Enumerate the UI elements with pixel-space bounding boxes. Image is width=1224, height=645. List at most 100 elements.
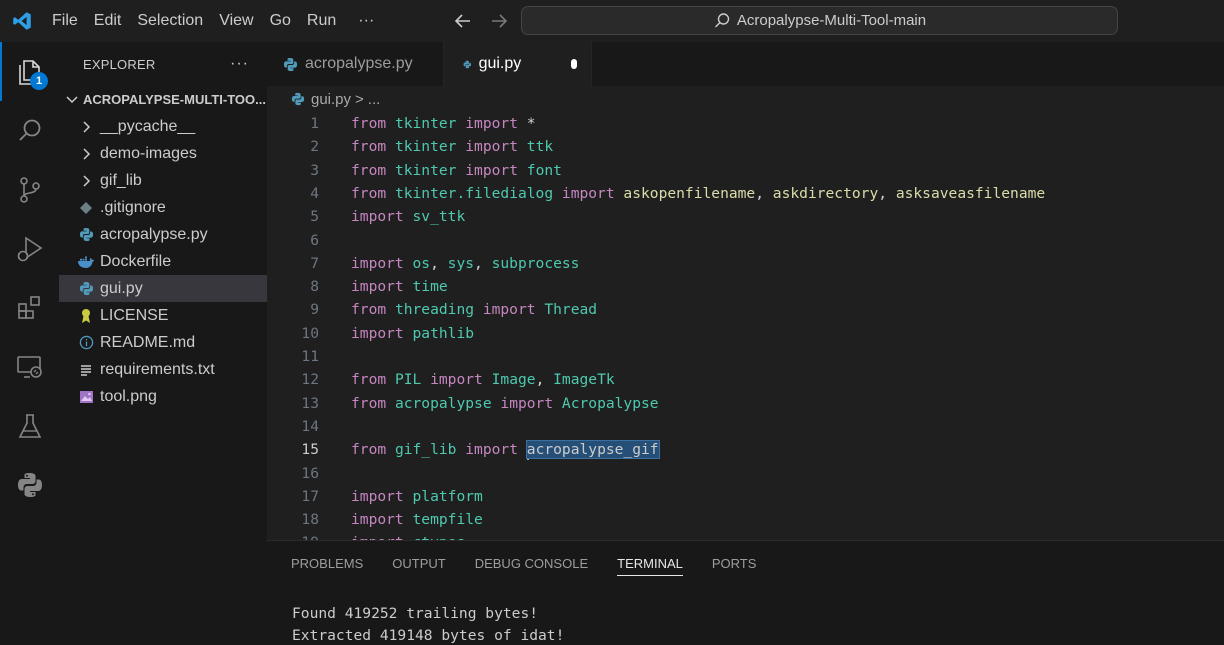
tab-acropalypse-py[interactable]: acropalypse.py: [267, 42, 444, 86]
line-number: 3: [310, 161, 319, 179]
tree-item-gif-lib[interactable]: gif_lib: [59, 167, 267, 194]
explorer-badge: 1: [30, 72, 48, 90]
menu-view[interactable]: View: [211, 6, 261, 36]
breadcrumb-file[interactable]: gui.py: [311, 91, 351, 108]
license-icon: [77, 307, 95, 325]
line-number: 9: [310, 301, 319, 319]
tree-item-acropalypse-py[interactable]: acropalypse.py: [59, 221, 267, 248]
explorer-title: EXPLORER: [83, 56, 156, 72]
search-icon: [714, 12, 730, 27]
tab-gui-py[interactable]: gui.py: [444, 42, 592, 86]
explorer-root-folder[interactable]: ACROPALYPSE-MULTI-TOO...: [59, 86, 267, 113]
code-line[interactable]: 10 import pathlib: [267, 322, 1224, 345]
tree-item-license[interactable]: LICENSE: [59, 302, 267, 329]
code-line[interactable]: 14: [267, 415, 1224, 438]
command-center-search[interactable]: Acropalypse-Multi-Tool-main: [521, 6, 1118, 35]
code-line[interactable]: 3 from tkinter import font: [267, 159, 1224, 182]
title-bar: File Edit Selection View Go Run ··· Acro…: [0, 0, 1224, 42]
explorer-more-button[interactable]: ···: [230, 55, 249, 73]
tab-problems[interactable]: PROBLEMS: [291, 552, 363, 576]
python-file-icon: [77, 280, 95, 298]
code-text: from tkinter import ttk: [351, 138, 554, 156]
code-line[interactable]: 11: [267, 345, 1224, 368]
code-line[interactable]: 15 from gif_lib import acropalypse_gif: [267, 438, 1224, 461]
tree-item-label: tool.png: [100, 387, 157, 405]
tree-item-demo-images[interactable]: demo-images: [59, 140, 267, 167]
line-number: 5: [310, 208, 319, 226]
search-icon: [18, 119, 40, 141]
source-control-activity[interactable]: [0, 160, 59, 219]
tab-debug-console[interactable]: DEBUG CONSOLE: [475, 552, 588, 576]
extensions-activity[interactable]: [0, 278, 59, 337]
breadcrumb-symbols[interactable]: ...: [368, 91, 381, 108]
code-line[interactable]: 6: [267, 229, 1224, 252]
menu-file[interactable]: File: [50, 6, 86, 36]
tree-item-dockerfile[interactable]: Dockerfile: [59, 248, 267, 275]
arrow-right-icon[interactable]: [488, 10, 510, 32]
code-line[interactable]: 12 from PIL import Image, ImageTk: [267, 368, 1224, 391]
menu-more[interactable]: ···: [350, 6, 382, 36]
code-line[interactable]: 4 from tkinter.filedialog import askopenf…: [267, 182, 1224, 205]
navigation-arrows: [452, 10, 510, 32]
tab-ports[interactable]: PORTS: [712, 552, 757, 576]
code-line[interactable]: 16: [267, 462, 1224, 485]
code-line[interactable]: 19 import ctypes: [267, 531, 1224, 540]
code-text: import platform: [351, 487, 483, 505]
explorer-sidebar: EXPLORER ··· ACROPALYPSE-MULTI-TOO... __…: [59, 42, 267, 645]
code-editor[interactable]: 1 from tkinter import * 2 from tkinter impo…: [267, 112, 1224, 540]
tab-label: gui.py: [478, 55, 522, 72]
explorer-activity[interactable]: 1: [0, 42, 59, 101]
image-file-icon: [77, 388, 95, 406]
code-line[interactable]: 9 from threading import Thread: [267, 298, 1224, 321]
tab-output[interactable]: OUTPUT: [392, 552, 445, 576]
explorer-header: EXPLORER ···: [59, 42, 267, 86]
breadcrumb: gui.py > ...: [267, 86, 1224, 112]
source-control-icon: [19, 176, 40, 203]
terminal-line: Found 419252 trailing bytes!: [292, 605, 539, 622]
unsaved-dot-icon[interactable]: [571, 59, 577, 69]
tab-terminal[interactable]: TERMINAL: [617, 552, 683, 576]
code-line[interactable]: 17 import platform: [267, 485, 1224, 508]
code-line[interactable]: 5 import sv_ttk: [267, 205, 1224, 228]
remote-explorer-activity[interactable]: [0, 337, 59, 396]
tree-item-gitignore[interactable]: .gitignore: [59, 194, 267, 221]
info-icon: [77, 334, 95, 352]
tree-item-label: gif_lib: [100, 171, 142, 189]
line-number: 19: [267, 531, 319, 540]
code-line[interactable]: 2 from tkinter import ttk: [267, 135, 1224, 158]
code-line[interactable]: 7 import os, sys, subprocess: [267, 252, 1224, 275]
tree-item-gui-py[interactable]: gui.py: [59, 275, 267, 302]
line-number: 7: [310, 254, 319, 272]
menu-run[interactable]: Run: [299, 6, 344, 36]
arrow-left-icon[interactable]: [452, 10, 474, 32]
tree-item-label: Dockerfile: [100, 252, 172, 270]
code-text: from acropalypse import Acropalypse: [351, 394, 659, 412]
tree-item-tool-png[interactable]: tool.png: [59, 383, 267, 410]
search-activity[interactable]: [0, 101, 59, 160]
flask-icon: [18, 413, 41, 438]
python-activity[interactable]: [0, 455, 59, 514]
menu-edit[interactable]: Edit: [86, 6, 130, 36]
docker-icon: [77, 253, 95, 271]
tree-item-label: demo-images: [100, 144, 197, 162]
menu-go[interactable]: Go: [262, 6, 299, 36]
code-line[interactable]: 8 import time: [267, 275, 1224, 298]
menu-selection[interactable]: Selection: [129, 6, 211, 36]
chevron-down-icon: [66, 95, 78, 103]
text-file-icon: [77, 361, 95, 379]
code-line[interactable]: 1 from tkinter import *: [267, 112, 1224, 135]
run-debug-activity[interactable]: [0, 219, 59, 278]
line-number: 10: [301, 324, 319, 342]
line-number: 15: [301, 441, 319, 459]
testing-activity[interactable]: [0, 396, 59, 455]
tree-item-pycache[interactable]: __pycache__: [59, 113, 267, 140]
code-text: from gif_lib import acropalypse_gif: [351, 440, 660, 460]
tree-item-readme[interactable]: README.md: [59, 329, 267, 356]
code-text: from PIL import Image, ImageTk: [351, 371, 615, 389]
tree-item-label: acropalypse.py: [100, 225, 208, 243]
tree-item-requirements[interactable]: requirements.txt: [59, 356, 267, 383]
activity-bar: 1: [0, 42, 59, 645]
code-line[interactable]: 18 import tempfile: [267, 508, 1224, 531]
code-line[interactable]: 13 from acropalypse import Acropalypse: [267, 392, 1224, 415]
line-number: 11: [301, 348, 319, 365]
